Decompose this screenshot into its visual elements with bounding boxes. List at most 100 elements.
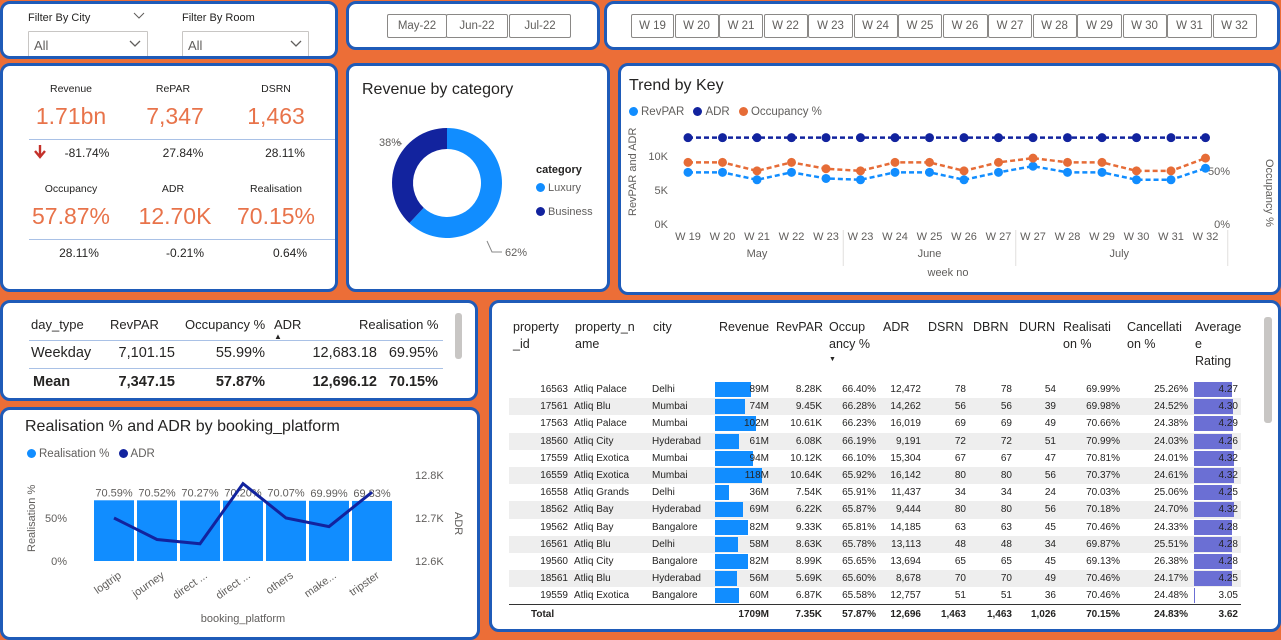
table-row[interactable]: 16561 Atliq Blu Delhi 58M 8.63K 65.78% 13,113 4… bbox=[509, 535, 1241, 553]
data-point[interactable] bbox=[1132, 175, 1141, 185]
month-button[interactable]: Jun-22 bbox=[446, 14, 508, 38]
data-point[interactable] bbox=[1097, 157, 1107, 167]
table-row[interactable]: 16559 Atliq Exotica Mumbai 118M 10.64K 65.92%… bbox=[509, 466, 1241, 485]
week-button[interactable]: W 27 bbox=[988, 14, 1032, 38]
table-row[interactable]: 18562 Atliq Bay Hyderabad 69M 6.22K 65.87% 9,4… bbox=[509, 501, 1241, 519]
data-point[interactable] bbox=[994, 157, 1003, 167]
column-header[interactable]: Realisati on % bbox=[1059, 319, 1123, 381]
data-point[interactable] bbox=[1166, 166, 1176, 176]
column-header[interactable]: RevPAR bbox=[772, 319, 825, 381]
city-filter-dropdown[interactable]: All bbox=[28, 31, 148, 56]
table-row[interactable]: 18561 Atliq Blu Hyderabad 56M 5.69K 65.60% 8,6… bbox=[509, 570, 1241, 588]
data-point[interactable] bbox=[994, 133, 1003, 143]
data-point[interactable] bbox=[752, 175, 762, 185]
data-point[interactable] bbox=[1028, 153, 1038, 163]
month-button[interactable]: May-22 bbox=[387, 14, 447, 38]
week-button[interactable]: W 22 bbox=[763, 14, 808, 38]
week-button[interactable]: W 19 bbox=[631, 14, 674, 38]
table-row[interactable]: 16558 Atliq Grands Delhi 36M 7.54K 65.91% 11,4… bbox=[509, 484, 1241, 501]
data-point[interactable] bbox=[959, 166, 969, 176]
column-header[interactable]: Realisation % bbox=[359, 317, 439, 332]
data-point[interactable] bbox=[890, 133, 900, 143]
column-header[interactable]: property _id bbox=[509, 319, 571, 381]
bar-direct-[interactable] bbox=[180, 500, 220, 561]
data-point[interactable] bbox=[787, 133, 796, 143]
data-point[interactable] bbox=[683, 157, 693, 167]
bar-logtrip[interactable] bbox=[94, 500, 134, 561]
data-point[interactable] bbox=[1201, 133, 1210, 143]
table-row[interactable]: 17559 Atliq Exotica Mumbai 94M 10.12K 66.10% 1… bbox=[509, 450, 1241, 467]
column-header[interactable]: day_type bbox=[31, 317, 84, 332]
data-point[interactable] bbox=[821, 173, 831, 183]
bar-tripster[interactable] bbox=[352, 500, 392, 561]
data-point[interactable] bbox=[1201, 163, 1210, 173]
data-point[interactable] bbox=[752, 133, 762, 143]
column-header[interactable]: city bbox=[649, 319, 711, 381]
room-filter-dropdown[interactable]: All bbox=[182, 31, 309, 56]
column-header[interactable]: DURN bbox=[1015, 319, 1059, 381]
data-point[interactable] bbox=[1097, 167, 1107, 177]
column-header[interactable]: property_n ame bbox=[571, 319, 649, 381]
week-button[interactable]: W 31 bbox=[1167, 14, 1212, 38]
week-button[interactable]: W 23 bbox=[808, 14, 853, 38]
data-point[interactable] bbox=[683, 167, 693, 177]
week-button[interactable]: W 28 bbox=[1032, 14, 1077, 38]
week-button[interactable]: W 24 bbox=[853, 14, 898, 38]
data-point[interactable] bbox=[718, 157, 727, 167]
bar-direct-[interactable] bbox=[223, 500, 263, 561]
table-row[interactable]: 17563 Atliq Palace Mumbai 102M 10.61K 66.23% 1… bbox=[509, 415, 1241, 432]
data-point[interactable] bbox=[925, 167, 934, 177]
data-point[interactable] bbox=[890, 157, 900, 167]
data-point[interactable] bbox=[1166, 133, 1176, 143]
bar-journey[interactable] bbox=[137, 500, 177, 561]
data-point[interactable] bbox=[787, 167, 796, 177]
data-point[interactable] bbox=[1028, 133, 1038, 143]
data-point[interactable] bbox=[718, 133, 727, 143]
scrollbar[interactable] bbox=[455, 313, 462, 359]
month-button[interactable]: Jul-22 bbox=[509, 14, 571, 38]
bar-make-[interactable] bbox=[309, 500, 349, 561]
column-header[interactable]: DBRN bbox=[969, 319, 1015, 381]
data-point[interactable] bbox=[959, 175, 969, 185]
column-header[interactable]: Occup ancy % ▼ bbox=[825, 319, 879, 381]
table-row[interactable]: 17561 Atliq Blu Mumbai 74M 9.45K 66.28% 14,262… bbox=[509, 398, 1241, 416]
data-point[interactable] bbox=[718, 167, 727, 177]
week-button[interactable]: W 30 bbox=[1122, 14, 1167, 38]
data-point[interactable] bbox=[925, 133, 934, 143]
data-point[interactable] bbox=[1201, 153, 1210, 163]
data-point[interactable] bbox=[1063, 157, 1072, 167]
data-point[interactable] bbox=[1166, 175, 1176, 185]
data-point[interactable] bbox=[1028, 161, 1038, 171]
data-point[interactable] bbox=[959, 133, 969, 143]
bar-others[interactable] bbox=[266, 500, 306, 561]
data-point[interactable] bbox=[925, 157, 934, 167]
data-point[interactable] bbox=[1132, 133, 1141, 143]
column-header[interactable]: Cancellati on % bbox=[1123, 319, 1191, 381]
week-button[interactable]: W 25 bbox=[898, 14, 942, 38]
data-point[interactable] bbox=[787, 157, 796, 167]
week-button[interactable]: W 29 bbox=[1077, 14, 1122, 38]
table-row[interactable]: 19560 Atliq City Bangalore 82M 8.99K 65.65% 13… bbox=[509, 553, 1241, 570]
data-point[interactable] bbox=[821, 133, 831, 143]
scrollbar[interactable] bbox=[1264, 317, 1272, 423]
data-point[interactable] bbox=[856, 133, 865, 143]
data-point[interactable] bbox=[856, 166, 865, 176]
column-header[interactable]: RevPAR bbox=[110, 317, 159, 332]
column-header[interactable]: DSRN bbox=[924, 319, 969, 381]
data-point[interactable] bbox=[1063, 133, 1072, 143]
data-point[interactable] bbox=[821, 164, 831, 174]
data-point[interactable] bbox=[856, 175, 865, 185]
week-button[interactable]: W 26 bbox=[942, 14, 988, 38]
data-point[interactable] bbox=[683, 133, 693, 143]
data-point[interactable] bbox=[994, 167, 1003, 177]
data-point[interactable] bbox=[752, 166, 762, 176]
data-point[interactable] bbox=[890, 167, 900, 177]
data-point[interactable] bbox=[1097, 133, 1107, 143]
column-header[interactable]: Revenue bbox=[711, 319, 772, 381]
column-header[interactable]: Average e Rating bbox=[1191, 319, 1241, 381]
data-point[interactable] bbox=[1132, 166, 1141, 176]
column-header[interactable]: ADR bbox=[879, 319, 924, 381]
table-row[interactable]: 19562 Atliq Bay Bangalore 82M 9.33K 65.81% 14,… bbox=[509, 519, 1241, 536]
column-header[interactable]: ADR bbox=[274, 317, 301, 332]
data-point[interactable] bbox=[1063, 167, 1072, 177]
